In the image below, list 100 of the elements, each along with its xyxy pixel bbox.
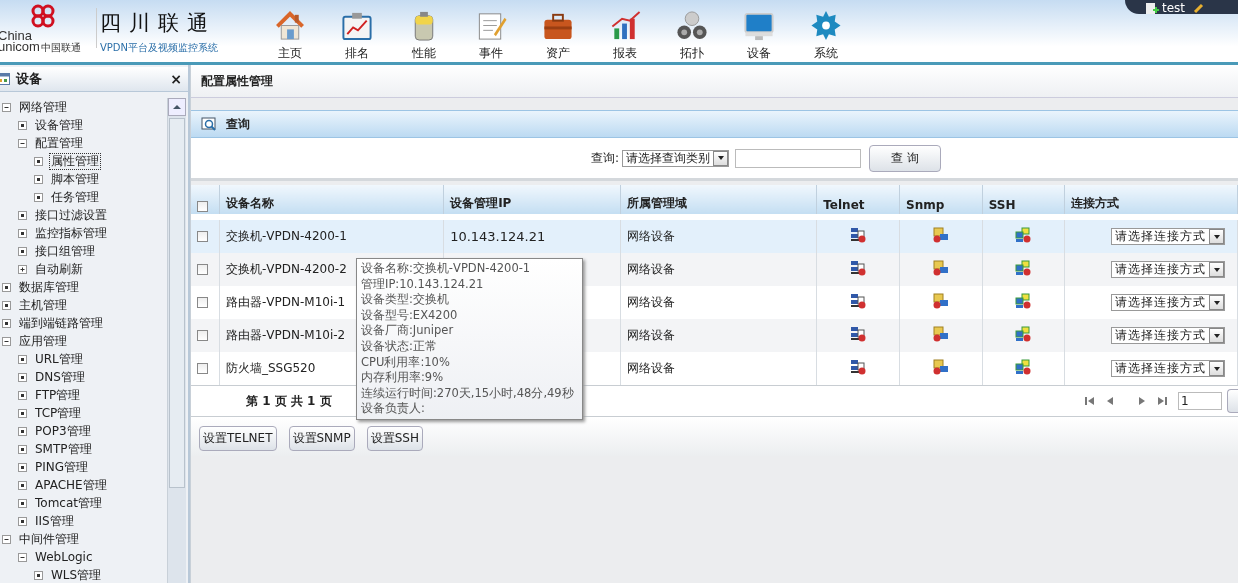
tree-item[interactable]: IIS管理	[33, 512, 76, 530]
computer-error-icon[interactable]	[850, 359, 867, 375]
tree-item[interactable]: SMTP管理	[33, 440, 94, 458]
tree-item[interactable]: WebLogic	[33, 548, 95, 566]
tree-node-icon	[18, 408, 27, 418]
checkbox[interactable]	[197, 264, 208, 275]
nav-item[interactable]: 资产	[524, 0, 591, 62]
tree-item[interactable]: FTP管理	[33, 386, 83, 404]
connection-select[interactable]: 请选择连接方式	[1111, 261, 1225, 278]
scroll-up-icon[interactable]	[172, 103, 182, 111]
computer-error-icon[interactable]	[850, 260, 867, 276]
nav-item[interactable]: 设备	[725, 0, 792, 62]
site-title: 四川联通	[100, 10, 217, 37]
query-type-select[interactable]: 请选择查询类别	[622, 149, 730, 167]
tree-node-icon	[34, 570, 43, 580]
tree-item[interactable]: 监控指标管理	[33, 224, 109, 242]
tooltip-line: 内存利用率:9%	[361, 370, 445, 386]
tree-item[interactable]: 设备管理	[33, 116, 85, 134]
scrollbar[interactable]	[167, 98, 186, 583]
checkbox[interactable]	[197, 201, 208, 212]
table-cell: 网络设备	[621, 319, 817, 352]
tree-item[interactable]: 数据库管理	[17, 278, 81, 296]
collapse-icon[interactable]	[18, 552, 27, 562]
tree-item[interactable]: 应用管理	[17, 332, 69, 350]
tree-item[interactable]: 脚本管理	[49, 170, 101, 188]
tree-item[interactable]: 属性管理	[49, 152, 101, 170]
checkbox[interactable]	[197, 231, 208, 242]
tree-node-icon	[18, 444, 27, 454]
site-subtitle: VPDN平台及视频监控系统	[100, 41, 220, 55]
computer-error-icon[interactable]	[850, 326, 867, 342]
collapse-icon[interactable]	[2, 534, 11, 544]
tooltip-line: 设备负责人:	[361, 401, 426, 417]
caret-icon	[1212, 332, 1221, 339]
tree-item[interactable]: DNS管理	[33, 368, 87, 386]
page-info: 第 1 页 共 1 页	[246, 392, 332, 410]
tree-item[interactable]: 接口组管理	[33, 242, 97, 260]
tree-node-icon	[18, 498, 27, 508]
column-header: 设备管理IP	[443, 185, 621, 217]
tree-item[interactable]: 配置管理	[33, 134, 85, 152]
tree-node-icon	[18, 462, 27, 472]
caret-icon	[1212, 266, 1221, 273]
page-input[interactable]: 1	[1178, 392, 1222, 410]
tree-item[interactable]: 任务管理	[49, 188, 101, 206]
tree-item[interactable]: 主机管理	[17, 296, 69, 314]
tree-item[interactable]: 中间件管理	[17, 530, 81, 548]
table-cell: 网络设备	[621, 253, 817, 286]
checkbox[interactable]	[197, 363, 208, 374]
tree-item[interactable]: 端到端链路管理	[17, 314, 105, 332]
action-button[interactable]: 设置TELNET	[199, 426, 277, 451]
expand-icon[interactable]	[18, 264, 27, 274]
first-page-icon[interactable]	[1084, 395, 1096, 407]
nav-item[interactable]: 事件	[457, 0, 524, 62]
checkbox[interactable]	[197, 330, 208, 341]
column-header: Snmp	[899, 185, 983, 217]
tree-node-icon	[34, 192, 43, 202]
tree-item[interactable]: APACHE管理	[33, 476, 109, 494]
nav-item[interactable]: 拓扑	[658, 0, 725, 62]
nav-item[interactable]: 报表	[591, 0, 658, 62]
connection-select[interactable]: 请选择连接方式	[1111, 360, 1225, 377]
binoculars-icon	[674, 9, 709, 42]
tree-item[interactable]: 接口过滤设置	[33, 206, 109, 224]
panel-title: 设备	[16, 70, 43, 88]
tree-item[interactable]: TCP管理	[33, 404, 84, 422]
computer-error-icon[interactable]	[850, 227, 867, 243]
tree-item[interactable]: WLS管理	[49, 566, 104, 583]
connection-select[interactable]: 请选择连接方式	[1111, 228, 1225, 245]
action-button[interactable]: 设置SSH	[366, 426, 423, 451]
nav-item[interactable]: 排名	[323, 0, 390, 62]
last-page-icon[interactable]	[1156, 395, 1168, 407]
checkbox[interactable]	[197, 297, 208, 308]
user-name[interactable]: test	[1162, 2, 1186, 14]
tree-item[interactable]: Tomcat管理	[33, 494, 104, 512]
query-input[interactable]	[735, 148, 862, 168]
connection-select[interactable]: 请选择连接方式	[1111, 294, 1225, 311]
query-button[interactable]: 查 询	[869, 144, 942, 172]
collapse-icon[interactable]	[2, 102, 11, 112]
column-header: Telnet	[816, 185, 900, 217]
query-label: 查询:	[591, 149, 620, 167]
tree-node-icon	[2, 282, 11, 292]
action-button[interactable]: 设置SNMP	[288, 426, 355, 451]
nav-item[interactable]: 主页	[256, 0, 323, 62]
tree-item[interactable]: PING管理	[33, 458, 91, 476]
close-button[interactable]: ×	[168, 71, 184, 87]
tree-item[interactable]: 网络管理	[17, 98, 69, 116]
connection-select[interactable]: 请选择连接方式	[1111, 327, 1225, 344]
nav-item[interactable]: 性能	[390, 0, 457, 62]
computer-error-icon[interactable]	[850, 293, 867, 309]
collapse-icon[interactable]	[18, 138, 27, 148]
logo-text: 中国联通	[40, 41, 81, 55]
tooltip-line: 连续运行时间:270天,15小时,48分,49秒	[361, 385, 575, 402]
tree-node-icon	[2, 318, 11, 328]
nav-item[interactable]: 系统	[792, 0, 859, 62]
panel-icon	[0, 73, 10, 85]
caret-icon	[1212, 299, 1221, 306]
collapse-icon[interactable]	[2, 336, 11, 346]
tree-item[interactable]: 自动刷新	[33, 260, 85, 278]
tree-node-icon	[18, 120, 27, 130]
tree-item[interactable]: POP3管理	[33, 422, 93, 440]
pencil-icon[interactable]	[1193, 2, 1206, 14]
tree-item[interactable]: URL管理	[33, 350, 85, 368]
